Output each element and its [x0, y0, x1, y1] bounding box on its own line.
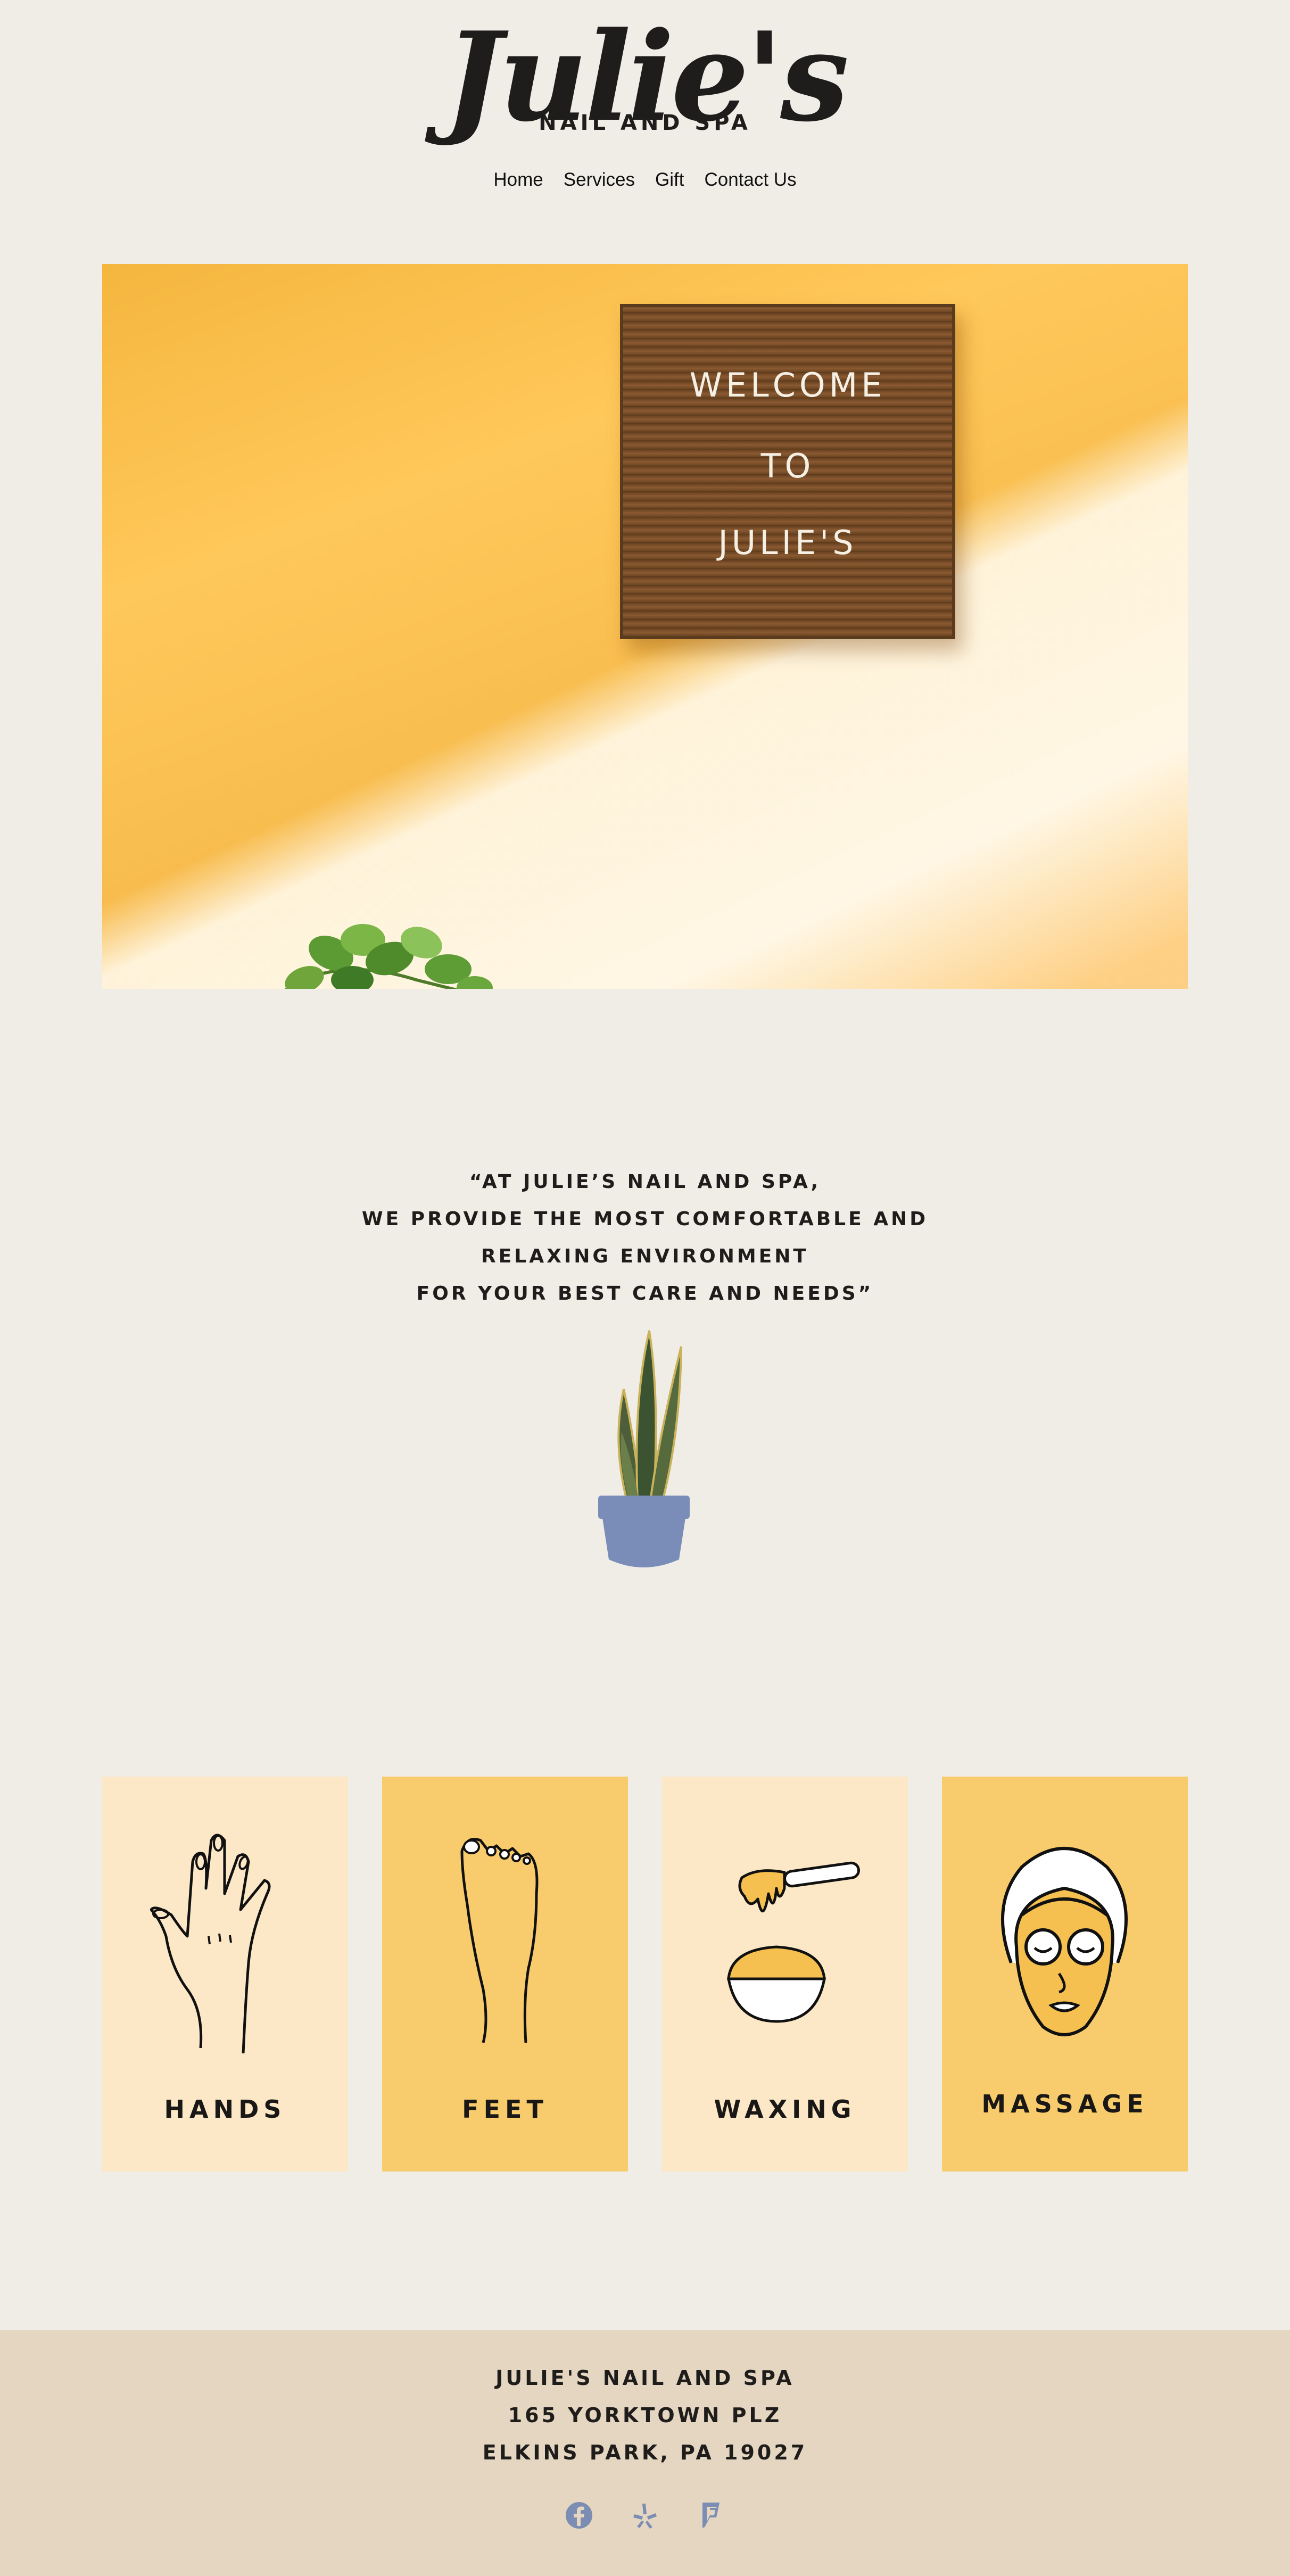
quote-line: RELAXING ENVIRONMENT [481, 1245, 809, 1267]
nav-contact-us[interactable]: Contact Us [704, 169, 796, 191]
welcome-letter-board: WELCOME TO JULIE'S [620, 304, 955, 639]
foursquare-icon[interactable] [697, 2501, 725, 2529]
nav-home[interactable]: Home [493, 169, 543, 191]
service-card-hands[interactable]: HANDS [102, 1777, 348, 2172]
service-label-massage: MASSAGE [981, 2090, 1148, 2118]
quote-line: “AT JULIE’S NAIL AND SPA, [469, 1171, 821, 1193]
sign-line-to: TO [760, 447, 815, 485]
wax-icon [726, 1861, 860, 2023]
ivy-plant-icon [284, 924, 493, 989]
potted-plant-icon [598, 1330, 690, 1567]
service-card-feet[interactable]: FEET [382, 1777, 628, 2172]
face-mask-icon [1001, 1847, 1128, 2036]
nav-services[interactable]: Services [564, 169, 635, 191]
service-card-waxing[interactable]: WAXING [662, 1777, 908, 2172]
service-label-hands: HANDS [164, 2095, 286, 2124]
logo-tagline: NAIL AND SPA [539, 111, 751, 135]
mission-quote: “AT JULIE’S NAIL AND SPA, WE PROVIDE THE… [0, 1163, 1290, 1312]
foot-icon [460, 1838, 539, 2043]
service-card-massage[interactable]: MASSAGE [942, 1777, 1188, 2172]
hero-image: WELCOME TO JULIE'S [102, 264, 1188, 989]
quote-line: FOR YOUR BEST CARE AND NEEDS” [416, 1283, 874, 1304]
service-label-waxing: WAXING [714, 2095, 856, 2124]
facebook-icon[interactable] [565, 2501, 593, 2529]
quote-line: WE PROVIDE THE MOST COMFORTABLE AND [361, 1208, 929, 1230]
hand-icon [150, 1834, 271, 2053]
nav-gift[interactable]: Gift [655, 169, 684, 191]
service-label-feet: FEET [462, 2095, 548, 2124]
main-nav: Home Services Gift Contact Us [0, 169, 1290, 191]
footer: JULIE'S NAIL AND SPA 165 YORKTOWN PLZ EL… [0, 2330, 1290, 2576]
social-links [0, 2501, 1290, 2529]
yelp-icon[interactable] [631, 2501, 659, 2529]
footer-business-name: JULIE'S NAIL AND SPA [495, 2366, 795, 2390]
sign-line-welcome: WELCOME [689, 366, 886, 404]
footer-address-city: ELKINS PARK, PA 19027 [482, 2441, 808, 2464]
footer-address-street: 165 YORKTOWN PLZ [508, 2404, 782, 2427]
sign-line-julies: JULIE'S [718, 523, 857, 562]
